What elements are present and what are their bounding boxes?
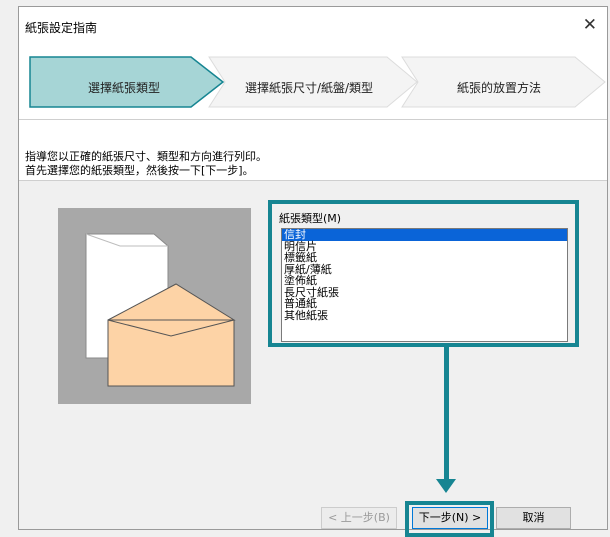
paper-type-option[interactable]: 塗佈紙: [282, 275, 567, 287]
paper-type-group: 紙張類型(M) 信封 明信片 標籤紙 厚紙/薄紙 塗佈紙 長尺寸紙張 普通紙 其他紙張: [268, 200, 579, 347]
envelope-illustration: [58, 208, 251, 404]
paper-type-option[interactable]: 明信片: [282, 240, 567, 253]
paper-type-option[interactable]: 普通紙: [282, 298, 567, 310]
instruction-line-2: 首先選擇您的紙張類型，然後按一下[下一步]。: [25, 164, 254, 177]
paper-type-listbox[interactable]: 信封 明信片 標籤紙 厚紙/薄紙 塗佈紙 長尺寸紙張 普通紙 其他紙張: [281, 228, 568, 342]
cancel-button[interactable]: 取消: [496, 507, 571, 529]
paper-type-option[interactable]: 其他紙張: [282, 309, 567, 322]
paper-type-label: 紙張類型(M): [279, 212, 342, 225]
envelope-icon: [85, 233, 236, 387]
instructions-panel: 指導您以正確的紙張尺寸、類型和方向進行列印。 首先選擇您的紙張類型，然後按一下[…: [19, 119, 607, 181]
down-arrow-icon: [436, 479, 456, 493]
guide-arrow-stem: [444, 347, 449, 481]
paper-setup-guide-dialog: 紙張設定指南 ✕ 選擇紙張類型 選擇紙張尺寸/紙盤/類型 紙張的放置方法 指導您…: [18, 6, 608, 537]
wizard-steps: 選擇紙張類型 選擇紙張尺寸/紙盤/類型 紙張的放置方法: [19, 45, 607, 119]
step-2-label: 選擇紙張尺寸/紙盤/類型: [244, 81, 374, 95]
title-bar: 紙張設定指南 ✕: [19, 7, 607, 45]
step-3-label: 紙張的放置方法: [456, 81, 541, 95]
paper-type-option[interactable]: 信封: [282, 229, 567, 241]
paper-type-option[interactable]: 長尺寸紙張: [282, 286, 567, 299]
paper-type-option[interactable]: 標籤紙: [282, 252, 567, 264]
step-1-label: 選擇紙張類型: [87, 81, 160, 95]
paper-type-option[interactable]: 厚紙/薄紙: [282, 263, 567, 276]
window-title: 紙張設定指南: [25, 21, 98, 35]
back-button[interactable]: < 上一步(B): [321, 507, 397, 529]
close-icon[interactable]: ✕: [583, 15, 597, 35]
next-button-highlight: [405, 501, 494, 537]
